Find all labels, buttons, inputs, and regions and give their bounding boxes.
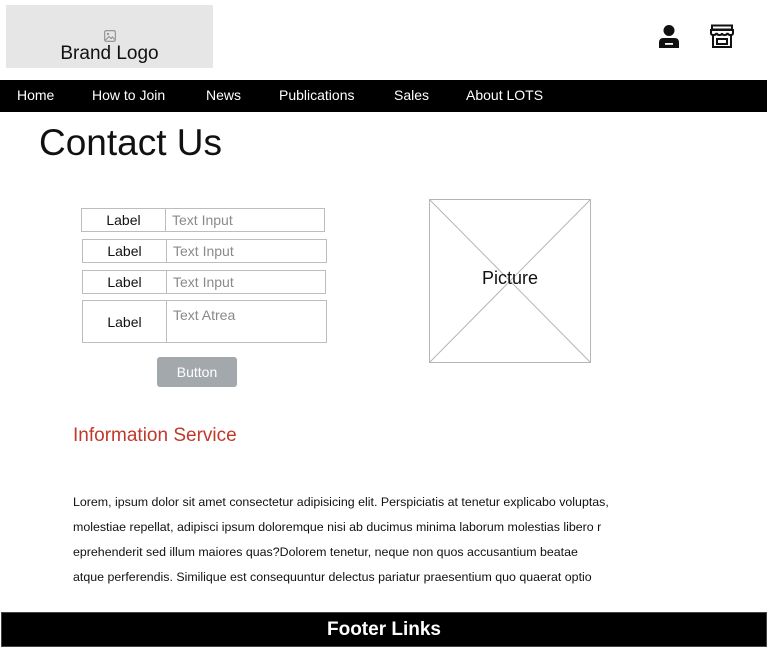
section-heading: Information Service (73, 425, 237, 446)
text-input-2[interactable] (173, 240, 322, 262)
form-label: Label (82, 209, 166, 231)
form-label: Label (83, 240, 167, 262)
body-text-line: Lorem, ipsum dolor sit amet consectetur … (73, 495, 609, 509)
body-text-line: molestiae repellat, adipisci ipsum dolor… (73, 520, 602, 534)
nav-item-home[interactable]: Home (17, 80, 54, 112)
nav-item-news[interactable]: News (206, 80, 241, 112)
body-text-line: eprehenderit sed illum maiores quas?Dolo… (73, 545, 578, 559)
form-row-3: Label (82, 270, 326, 294)
user-icon[interactable] (658, 24, 680, 48)
nav-item-sales[interactable]: Sales (394, 80, 429, 112)
form-label: Label (83, 271, 167, 293)
picture-label: Picture (481, 268, 539, 288)
body-text-line: atque perferendis. Similique est consequ… (73, 570, 592, 584)
nav-item-how-to-join[interactable]: How to Join (92, 80, 165, 112)
form-row-2: Label (82, 239, 327, 263)
brand-logo[interactable]: Brand Logo (6, 5, 213, 68)
main-nav: Home How to Join News Publications Sales… (0, 80, 767, 112)
submit-button[interactable]: Button (157, 357, 237, 387)
page-title: Contact Us (39, 122, 223, 163)
form-row-4: Label (82, 300, 327, 343)
footer-links[interactable]: Footer Links (2, 613, 766, 646)
footer: Footer Links (1, 612, 767, 647)
store-icon[interactable] (710, 24, 734, 48)
nav-item-publications[interactable]: Publications (279, 80, 355, 112)
brand-logo-text: Brand Logo (60, 43, 159, 64)
form-row-1: Label (81, 208, 325, 232)
picture-placeholder: Picture (429, 199, 591, 363)
form-label: Label (83, 301, 167, 342)
text-area[interactable] (173, 307, 322, 338)
image-icon (104, 30, 116, 42)
text-input-1[interactable] (172, 209, 320, 231)
nav-item-about-lots[interactable]: About LOTS (466, 80, 543, 112)
text-input-3[interactable] (173, 271, 321, 293)
